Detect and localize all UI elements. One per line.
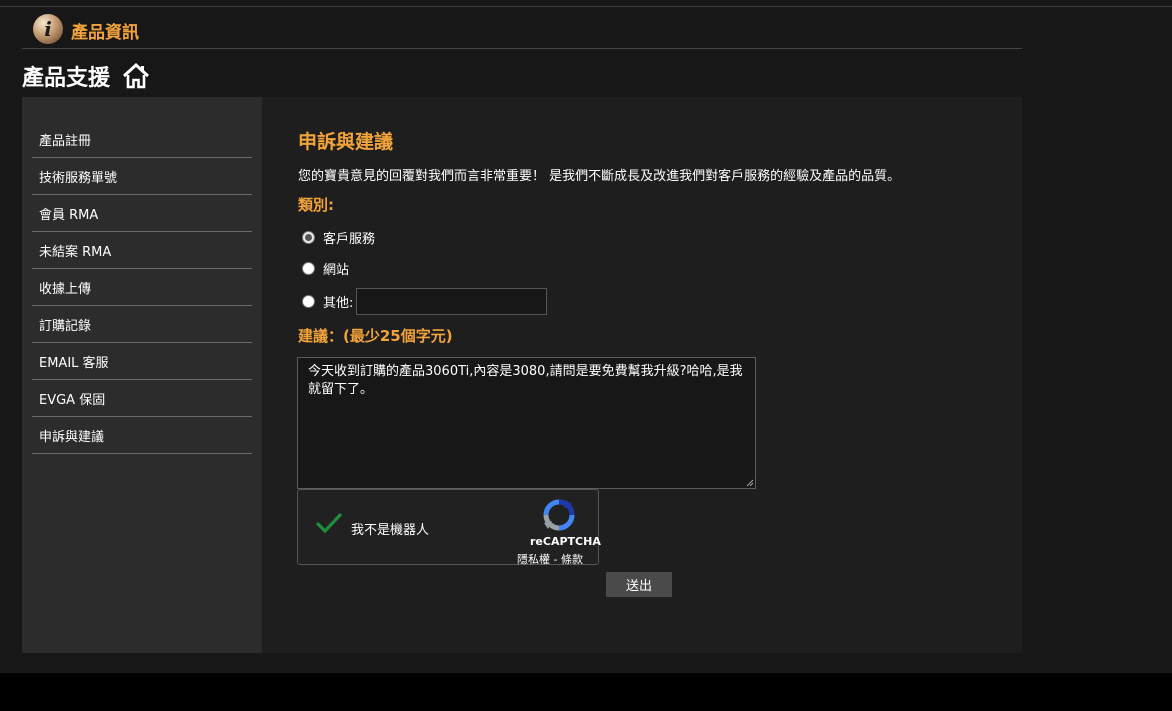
suggestion-label: 建議：(最少25個字元)	[298, 327, 453, 345]
radio-website[interactable]	[302, 262, 315, 275]
radio-customer-service[interactable]	[302, 231, 315, 244]
header-title: 產品資訊	[71, 23, 139, 43]
section-title: 申訴與建議	[298, 131, 394, 153]
category-label: 類別:	[298, 196, 334, 214]
info-icon: i	[33, 14, 63, 44]
sidebar-item-member-rma[interactable]: 會員 RMA	[32, 195, 252, 232]
checkmark-icon[interactable]	[314, 510, 344, 536]
option-customer-service[interactable]: 客戶服務	[302, 228, 375, 247]
submit-button[interactable]: 送出	[606, 572, 672, 597]
page-title-row: 產品支援	[22, 60, 150, 92]
sidebar: 產品註冊 技術服務單號 會員 RMA 未結案 RMA 收據上傳 訂購記錄 EMA…	[22, 97, 262, 653]
recaptcha-logo-icon	[543, 499, 575, 531]
page-title: 產品支援	[22, 66, 111, 91]
header: i 產品資訊	[22, 8, 1022, 49]
sidebar-item-product-registration[interactable]: 產品註冊	[32, 121, 252, 158]
sidebar-item-open-rma[interactable]: 未結案 RMA	[32, 232, 252, 269]
recaptcha-brand: reCAPTCHA	[530, 535, 601, 548]
home-icon[interactable]	[122, 63, 150, 89]
intro-text: 您的寶貴意見的回覆對我們而言非常重要！ 是我們不斷成長及改進我們對客戶服務的經驗…	[298, 169, 901, 184]
option-website[interactable]: 網站	[302, 259, 349, 278]
sidebar-item-order-history[interactable]: 訂購記錄	[32, 306, 252, 343]
captcha-label: 我不是機器人	[351, 523, 430, 538]
sidebar-item-receipt-upload[interactable]: 收據上傳	[32, 269, 252, 306]
option-other[interactable]: 其他:	[302, 288, 548, 315]
resize-grip-icon[interactable]	[746, 479, 754, 487]
sidebar-item-feedback[interactable]: 申訴與建議	[32, 417, 252, 454]
suggestion-textarea[interactable]: 今天收到訂購的產品3060Ti,內容是3080,請問是要免費幫我升級?哈哈,是我…	[297, 357, 756, 489]
sidebar-menu: 產品註冊 技術服務單號 會員 RMA 未結案 RMA 收據上傳 訂購記錄 EMA…	[32, 121, 252, 454]
feedback-panel: 申訴與建議 您的寶貴意見的回覆對我們而言非常重要！ 是我們不斷成長及改進我們對客…	[262, 97, 1022, 653]
recaptcha-widget[interactable]: 我不是機器人 reCAPTCHA 隱私權 - 條款	[297, 489, 601, 567]
sidebar-item-evga-warranty[interactable]: EVGA 保固	[32, 380, 252, 417]
top-divider	[0, 6, 1172, 7]
other-input[interactable]	[356, 288, 548, 315]
recaptcha-terms-link[interactable]: 隱私權 - 條款	[517, 551, 583, 567]
sidebar-item-email-support[interactable]: EMAIL 客服	[32, 343, 252, 380]
bottom-bar	[0, 673, 1172, 711]
radio-other[interactable]	[302, 295, 315, 308]
sidebar-item-tech-service-ticket[interactable]: 技術服務單號	[32, 158, 252, 195]
